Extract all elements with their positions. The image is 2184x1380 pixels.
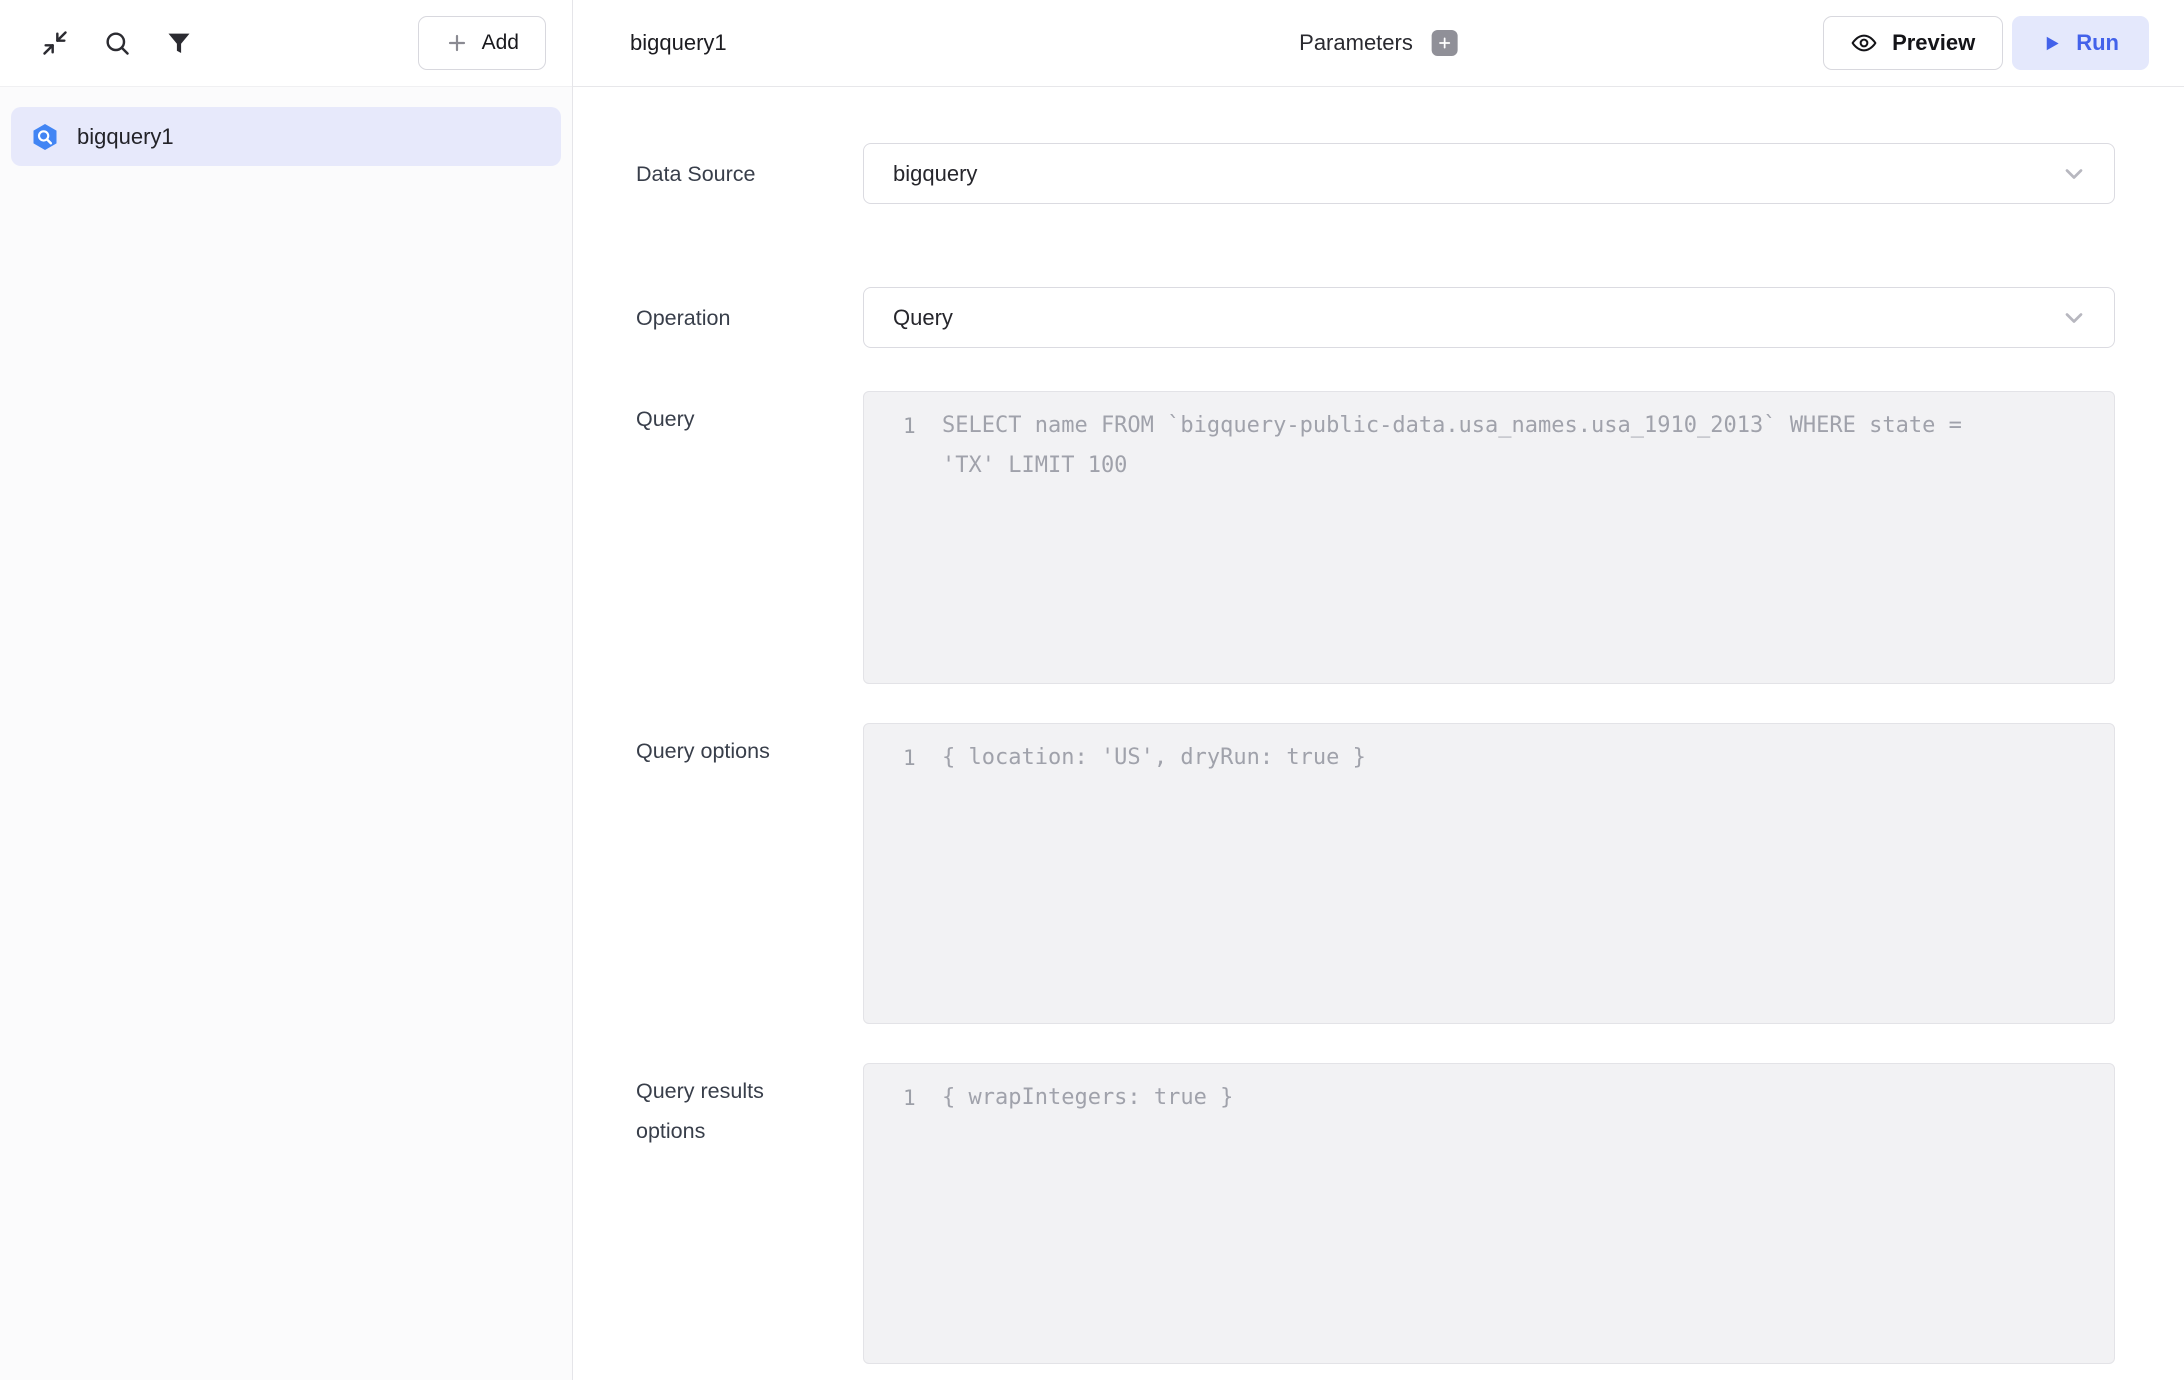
- collapse-panel-button[interactable]: [33, 21, 77, 65]
- query-item-label: bigquery1: [77, 124, 174, 150]
- query-results-options-row: Query results options 1 { wrapIntegers: …: [636, 1063, 2115, 1364]
- query-options-row: Query options 1 { location: 'US', dryRun…: [636, 723, 2115, 1024]
- query-options-editor[interactable]: 1 { location: 'US', dryRun: true }: [863, 723, 2115, 1024]
- chevron-down-icon: [2060, 160, 2088, 188]
- run-button-label: Run: [2076, 30, 2119, 56]
- app-window: Add bigquery1 bigquery1 Parameters: [0, 0, 2184, 1380]
- line-number: 1: [903, 1078, 942, 1118]
- data-source-label: Data Source: [636, 154, 863, 194]
- plus-icon: [1437, 35, 1453, 51]
- query-form: Data Source bigquery Operation Query: [573, 87, 2184, 1380]
- operation-row: Operation Query: [636, 287, 2115, 348]
- query-list: bigquery1: [0, 87, 572, 1380]
- add-query-button[interactable]: Add: [418, 16, 546, 70]
- query-options-placeholder-code: { location: 'US', dryRun: true }: [942, 738, 1366, 778]
- query-results-options-label: Query results options: [636, 1063, 863, 1364]
- line-number: 1: [903, 406, 942, 446]
- query-options-label: Query options: [636, 723, 863, 1024]
- operation-value: Query: [893, 305, 953, 331]
- query-editor-panel: bigquery1 Parameters Preview: [573, 0, 2184, 1380]
- play-icon: [2042, 34, 2061, 53]
- query-code-editor[interactable]: 1 SELECT name FROM `bigquery-public-data…: [863, 391, 2115, 684]
- query-title: bigquery1: [630, 30, 727, 56]
- filter-button[interactable]: [157, 21, 201, 65]
- code-line: 1 { location: 'US', dryRun: true }: [903, 738, 2086, 778]
- search-button[interactable]: [95, 21, 139, 65]
- run-button[interactable]: Run: [2012, 16, 2149, 70]
- parameters-label: Parameters: [1299, 30, 1413, 56]
- parameters-group: Parameters: [1299, 30, 1458, 56]
- query-list-item-bigquery1[interactable]: bigquery1: [11, 107, 561, 166]
- query-results-options-editor[interactable]: 1 { wrapIntegers: true }: [863, 1063, 2115, 1364]
- operation-label: Operation: [636, 298, 863, 338]
- eye-icon: [1851, 30, 1877, 56]
- chevron-down-icon: [2060, 304, 2088, 332]
- plus-icon: [445, 31, 469, 55]
- query-sidebar: Add bigquery1: [0, 0, 573, 1380]
- code-line: 1 { wrapIntegers: true }: [903, 1078, 2086, 1118]
- query-row: Query 1 SELECT name FROM `bigquery-publi…: [636, 391, 2115, 684]
- bigquery-icon: [30, 122, 60, 152]
- add-button-label: Add: [482, 31, 519, 55]
- query-placeholder-code: SELECT name FROM `bigquery-public-data.u…: [942, 406, 1982, 486]
- collapse-icon: [41, 29, 69, 57]
- header-actions: Preview Run: [1823, 16, 2149, 70]
- preview-button-label: Preview: [1892, 30, 1975, 56]
- data-source-select[interactable]: bigquery: [863, 143, 2115, 204]
- query-results-options-placeholder-code: { wrapIntegers: true }: [942, 1078, 1233, 1118]
- line-number: 1: [903, 738, 942, 778]
- operation-select[interactable]: Query: [863, 287, 2115, 348]
- add-parameter-button[interactable]: [1432, 30, 1458, 56]
- data-source-row: Data Source bigquery: [636, 143, 2115, 204]
- sidebar-toolbar: Add: [0, 0, 572, 87]
- code-line: 1 SELECT name FROM `bigquery-public-data…: [903, 406, 2086, 486]
- data-source-value: bigquery: [893, 161, 977, 187]
- editor-header: bigquery1 Parameters Preview: [573, 0, 2184, 87]
- search-icon: [103, 29, 131, 57]
- query-label: Query: [636, 391, 863, 684]
- preview-button[interactable]: Preview: [1823, 16, 2003, 70]
- filter-icon: [165, 29, 193, 57]
